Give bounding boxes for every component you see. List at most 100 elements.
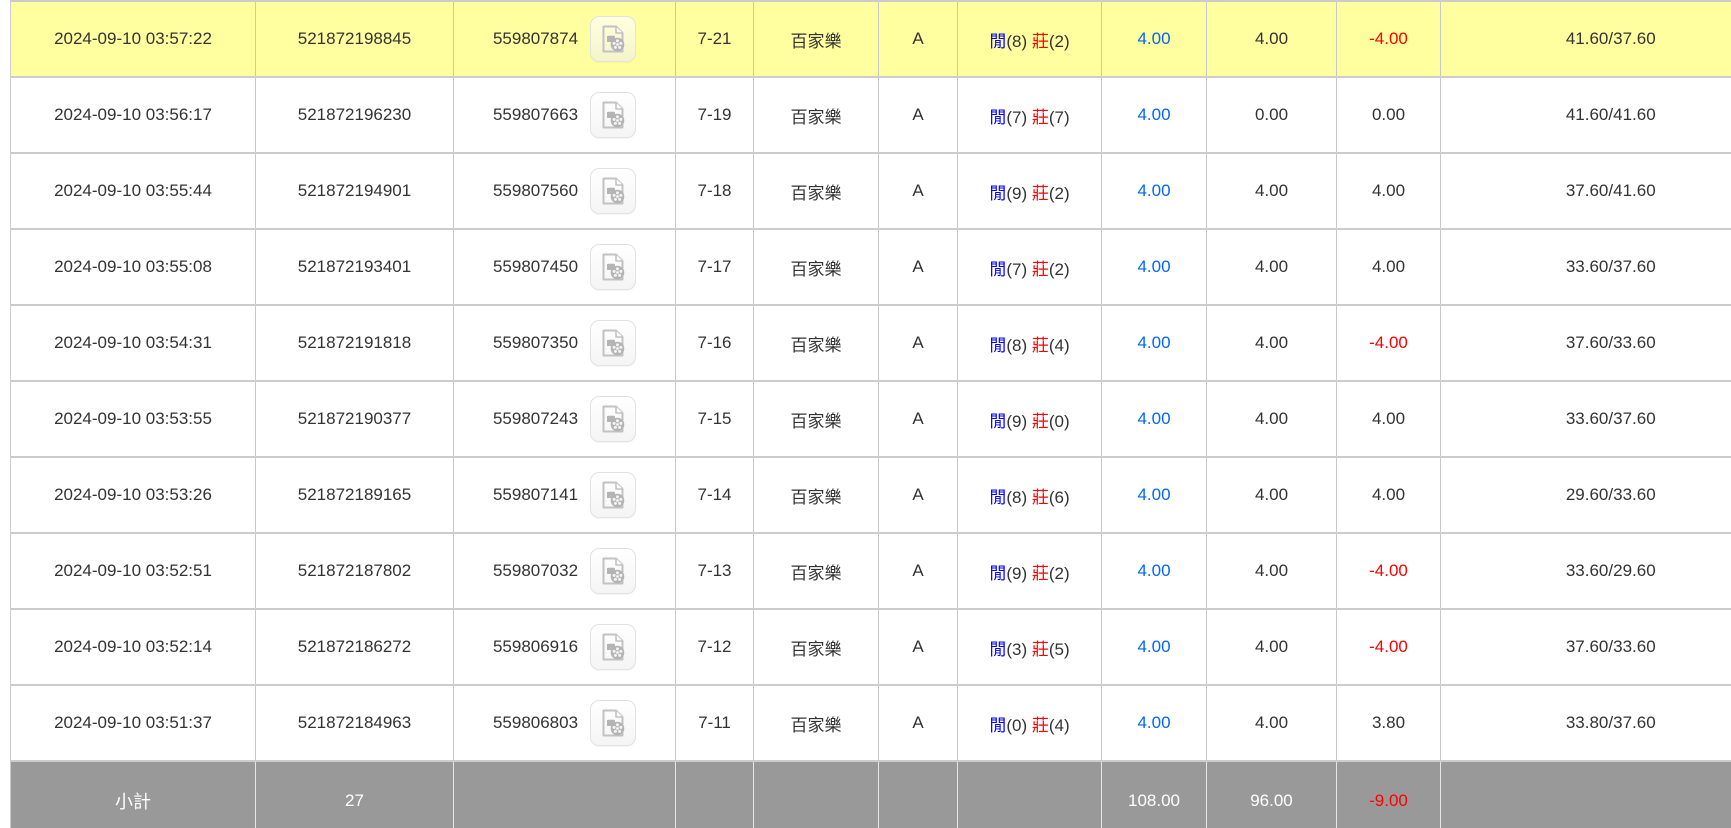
cell-game-name: 百家樂 [754, 229, 879, 305]
cell-round-id: 559807874 [454, 1, 676, 77]
cell-bet-amount: 4.00 [1102, 305, 1207, 381]
cell-table-letter: A [879, 153, 958, 229]
round-id-text: 559806916 [493, 637, 578, 657]
cell-table-letter: A [879, 77, 958, 153]
video-film-icon [597, 631, 629, 663]
cell-balance: 29.60/33.60 [1441, 457, 1731, 533]
video-replay-button[interactable] [590, 244, 636, 290]
subtotal-valid-total: 96.00 [1207, 761, 1337, 828]
cell-table-letter: A [879, 1, 958, 77]
video-replay-button[interactable] [590, 16, 636, 62]
banker-result-score: (4) [1049, 716, 1070, 735]
cell-bet-amount: 4.00 [1102, 533, 1207, 609]
round-id-text: 559807450 [493, 257, 578, 277]
cell-game-name: 百家樂 [754, 381, 879, 457]
player-result-score: (8) [1006, 336, 1027, 355]
subtotal-row: 小計 27 108.00 96.00 -9.00 [11, 761, 1731, 828]
cell-bet-id: 521872194901 [256, 153, 454, 229]
video-film-icon [597, 707, 629, 739]
video-replay-button[interactable] [590, 396, 636, 442]
cell-valid-amount: 4.00 [1207, 609, 1337, 685]
cell-round-id: 559807663 [454, 77, 676, 153]
cell-bet-time: 2024-09-10 03:57:22 [11, 1, 256, 77]
bet-record-row: 2024-09-10 03:52:14 521872186272 5598069… [11, 609, 1731, 685]
video-replay-button[interactable] [590, 548, 636, 594]
cell-table-letter: A [879, 381, 958, 457]
cell-game-result: 閒(7) 莊(7) [958, 77, 1102, 153]
cell-game-name: 百家樂 [754, 153, 879, 229]
round-id-text: 559807243 [493, 409, 578, 429]
cell-bet-amount: 4.00 [1102, 1, 1207, 77]
bet-history-panel: 2024-09-10 03:57:22 521872198845 5598078… [10, 0, 1731, 828]
cell-valid-amount: 4.00 [1207, 457, 1337, 533]
player-result-label: 閒 [989, 260, 1006, 279]
subtotal-empty-cell [1441, 761, 1731, 828]
banker-result-score: (0) [1049, 412, 1070, 431]
cell-bet-id: 521872189165 [256, 457, 454, 533]
cell-win-loss: 0.00 [1337, 77, 1441, 153]
cell-game-result: 閒(9) 莊(2) [958, 153, 1102, 229]
video-replay-button[interactable] [590, 320, 636, 366]
cell-bet-time: 2024-09-10 03:52:51 [11, 533, 256, 609]
banker-result-score: (6) [1049, 488, 1070, 507]
player-result-score: (8) [1006, 488, 1027, 507]
banker-result-label: 莊 [1032, 716, 1049, 735]
player-result-label: 閒 [989, 412, 1006, 431]
cell-bet-time: 2024-09-10 03:55:44 [11, 153, 256, 229]
cell-bet-id: 521872186272 [256, 609, 454, 685]
cell-game-name: 百家樂 [754, 305, 879, 381]
cell-game-result: 閒(9) 莊(0) [958, 381, 1102, 457]
cell-valid-amount: 4.00 [1207, 533, 1337, 609]
player-result-score: (8) [1006, 32, 1027, 51]
cell-win-loss: 4.00 [1337, 381, 1441, 457]
cell-bet-time: 2024-09-10 03:52:14 [11, 609, 256, 685]
cell-round-id: 559807350 [454, 305, 676, 381]
cell-game-name: 百家樂 [754, 609, 879, 685]
banker-result-label: 莊 [1032, 488, 1049, 507]
video-film-icon [597, 99, 629, 131]
cell-round-number: 7-15 [676, 381, 754, 457]
video-replay-button[interactable] [590, 624, 636, 670]
player-result-label: 閒 [989, 336, 1006, 355]
cell-win-loss: -4.00 [1337, 533, 1441, 609]
cell-bet-time: 2024-09-10 03:51:37 [11, 685, 256, 761]
video-replay-button[interactable] [590, 472, 636, 518]
video-replay-button[interactable] [590, 168, 636, 214]
video-replay-button[interactable] [590, 92, 636, 138]
cell-balance: 33.60/37.60 [1441, 381, 1731, 457]
player-result-label: 閒 [989, 184, 1006, 203]
cell-round-id: 559807243 [454, 381, 676, 457]
cell-round-number: 7-17 [676, 229, 754, 305]
player-result-label: 閒 [989, 716, 1006, 735]
cell-bet-id: 521872193401 [256, 229, 454, 305]
cell-table-letter: A [879, 457, 958, 533]
player-result-label: 閒 [989, 488, 1006, 507]
bet-record-row: 2024-09-10 03:52:51 521872187802 5598070… [11, 533, 1731, 609]
cell-game-result: 閒(8) 莊(2) [958, 1, 1102, 77]
cell-balance: 33.60/29.60 [1441, 533, 1731, 609]
cell-balance: 33.80/37.60 [1441, 685, 1731, 761]
cell-valid-amount: 4.00 [1207, 305, 1337, 381]
cell-bet-id: 521872191818 [256, 305, 454, 381]
cell-round-id: 559807450 [454, 229, 676, 305]
cell-win-loss: 3.80 [1337, 685, 1441, 761]
round-id-text: 559806803 [493, 713, 578, 733]
cell-game-name: 百家樂 [754, 77, 879, 153]
cell-bet-amount: 4.00 [1102, 457, 1207, 533]
cell-round-id: 559807560 [454, 153, 676, 229]
bet-record-row: 2024-09-10 03:57:22 521872198845 5598078… [11, 1, 1731, 77]
bet-record-row: 2024-09-10 03:51:37 521872184963 5598068… [11, 685, 1731, 761]
cell-bet-id: 521872196230 [256, 77, 454, 153]
video-film-icon [597, 23, 629, 55]
cell-bet-time: 2024-09-10 03:53:26 [11, 457, 256, 533]
cell-win-loss: -4.00 [1337, 305, 1441, 381]
cell-balance: 33.60/37.60 [1441, 229, 1731, 305]
cell-round-number: 7-21 [676, 1, 754, 77]
banker-result-label: 莊 [1032, 108, 1049, 127]
subtotal-empty-cell [879, 761, 958, 828]
banker-result-score: (2) [1049, 184, 1070, 203]
cell-bet-id: 521872184963 [256, 685, 454, 761]
cell-valid-amount: 4.00 [1207, 1, 1337, 77]
video-replay-button[interactable] [590, 700, 636, 746]
cell-round-number: 7-16 [676, 305, 754, 381]
